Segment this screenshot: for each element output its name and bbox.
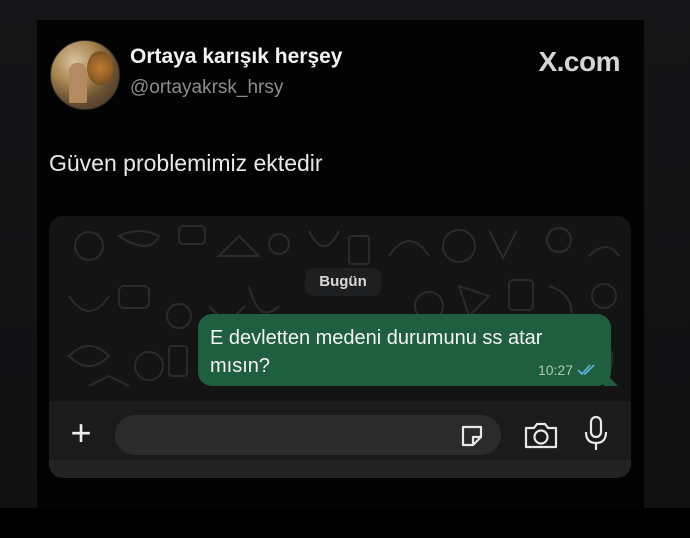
post-text: Güven problemimiz ektedir <box>49 150 323 176</box>
post-card: Ortaya karışık herşey @ortayakrsk_hrsy X… <box>37 20 644 508</box>
sticker-icon[interactable] <box>459 423 485 449</box>
user-handle[interactable]: @ortayakrsk_hrsy <box>130 77 283 99</box>
double-check-icon <box>577 364 595 376</box>
outgoing-message-bubble[interactable]: E devletten medeni durumunu ss atar mısı… <box>198 314 618 386</box>
message-composer: + <box>49 401 631 478</box>
date-separator: Bugün <box>305 268 381 296</box>
microphone-icon[interactable] <box>583 415 609 453</box>
message-time: 10:27 <box>537 362 573 378</box>
chat-screenshot: Bugün E devletten medeni durumunu ss ata… <box>49 216 631 478</box>
composer-bottom-strip <box>49 460 631 478</box>
avatar[interactable] <box>50 40 120 110</box>
message-text: E devletten medeni durumunu ss atar mısı… <box>210 327 543 377</box>
plus-icon[interactable]: + <box>61 415 101 455</box>
screenshot-page: Ortaya karışık herşey @ortayakrsk_hrsy X… <box>0 0 690 538</box>
avatar-tree-graphic <box>87 51 113 85</box>
camera-icon[interactable] <box>523 419 559 451</box>
avatar-person-graphic <box>69 63 87 103</box>
site-watermark: X.com <box>538 46 620 77</box>
bottom-black-band <box>0 508 690 538</box>
display-name[interactable]: Ortaya karışık herşey <box>130 45 342 69</box>
message-input[interactable] <box>115 415 501 455</box>
